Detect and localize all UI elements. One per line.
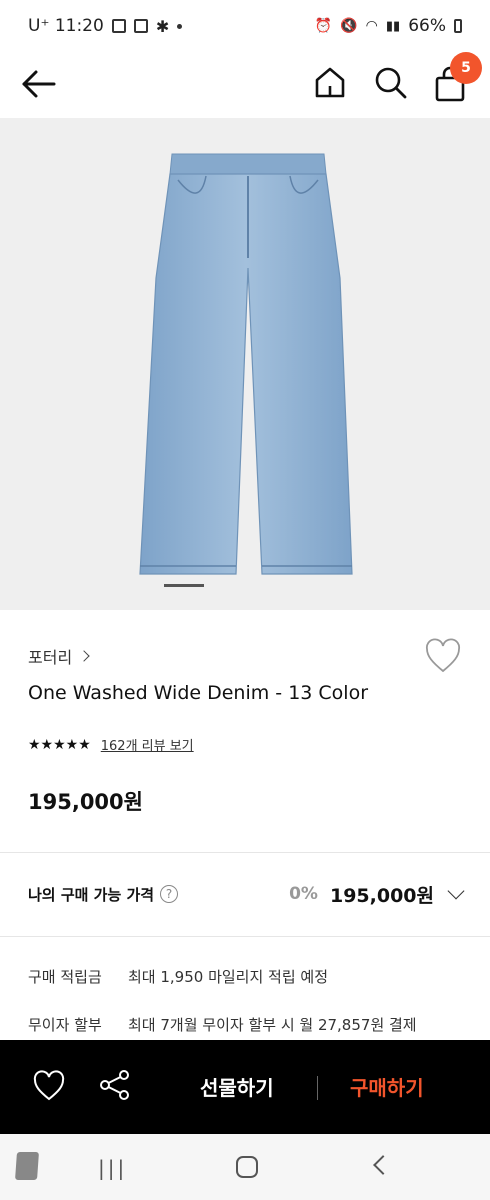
share-icon[interactable] xyxy=(98,1068,132,1102)
points-label: 구매 적립금 xyxy=(28,968,102,986)
chevron-right-icon xyxy=(78,650,90,662)
wifi-icon: ◠ xyxy=(365,18,378,34)
battery-icon xyxy=(454,19,462,33)
photo-notification-icon xyxy=(133,19,148,33)
rating-row: ★★★★★ 162개 리뷰 보기 xyxy=(28,735,194,755)
points-row: 구매 적립금 최대 1,950 마일리지 적립 예정 xyxy=(28,966,328,987)
home-icon[interactable] xyxy=(312,64,348,100)
app-bar xyxy=(0,52,490,118)
installment-label: 무이자 할부 xyxy=(28,1016,102,1034)
settings-notification-icon: ✱ xyxy=(155,16,170,36)
system-nav-bar: ||| xyxy=(0,1134,490,1200)
separator xyxy=(317,1076,318,1100)
mute-icon: 🔇 xyxy=(340,18,358,34)
cart-count-badge[interactable]: 5 xyxy=(450,52,482,84)
my-price-label: 나의 구매 가능 가격 xyxy=(28,885,155,904)
wishlist-heart-icon[interactable] xyxy=(424,638,462,674)
signal-icon: ▮▮ xyxy=(385,18,401,34)
status-left: U⁺ 11:20 ✱ xyxy=(28,16,183,36)
help-icon[interactable]: ? xyxy=(160,885,179,903)
status-right: ⏰ 🔇 ◠ ▮▮ 66% xyxy=(315,16,462,36)
installment-value: 최대 7개월 무이자 할부 시 월 27,857원 결제 xyxy=(128,1016,417,1034)
status-time: U⁺ 11:20 xyxy=(28,16,104,36)
divider xyxy=(0,852,490,853)
nav-back-icon[interactable] xyxy=(373,1155,393,1175)
back-arrow-icon[interactable] xyxy=(20,64,60,104)
installment-row: 무이자 할부 최대 7개월 무이자 할부 시 월 27,857원 결제 xyxy=(28,1014,417,1035)
my-price-row[interactable]: 나의 구매 가능 가격 ? 0% 195,000원 xyxy=(28,876,468,912)
points-value: 최대 1,950 마일리지 적립 예정 xyxy=(128,968,329,986)
heart-icon[interactable] xyxy=(32,1070,66,1102)
review-link[interactable]: 162개 리뷰 보기 xyxy=(101,735,194,754)
buy-button[interactable]: 구매하기 xyxy=(350,1072,424,1101)
gift-button[interactable]: 선물하기 xyxy=(200,1072,274,1101)
recent-apps-icon[interactable]: ||| xyxy=(98,1156,127,1180)
my-price-value: 195,000원 xyxy=(329,884,434,907)
status-bar: U⁺ 11:20 ✱ ⏰ 🔇 ◠ ▮▮ 66% xyxy=(0,0,490,52)
divider xyxy=(0,936,490,937)
chevron-down-icon[interactable] xyxy=(447,882,465,900)
nav-home-icon[interactable] xyxy=(236,1156,258,1178)
product-price: 195,000원 xyxy=(28,790,143,814)
gallery-notification-icon xyxy=(111,19,126,33)
brand-name: 포터리 xyxy=(28,648,73,667)
discount-percent: 0% xyxy=(289,884,318,904)
denim-jeans-image xyxy=(139,153,353,575)
battery-level: 66% xyxy=(408,16,446,36)
more-notifications-icon xyxy=(177,23,183,29)
image-page-indicator xyxy=(164,584,204,587)
search-icon[interactable] xyxy=(372,64,408,100)
bottom-action-bar: 선물하기 구매하기 xyxy=(0,1040,490,1134)
rating-stars: ★★★★★ xyxy=(28,736,91,753)
alarm-icon: ⏰ xyxy=(314,18,333,34)
product-title: One Washed Wide Denim - 13 Color xyxy=(28,682,369,704)
note-app-icon[interactable] xyxy=(15,1152,39,1180)
product-image[interactable] xyxy=(0,118,490,610)
brand-link[interactable]: 포터리 xyxy=(28,644,90,668)
